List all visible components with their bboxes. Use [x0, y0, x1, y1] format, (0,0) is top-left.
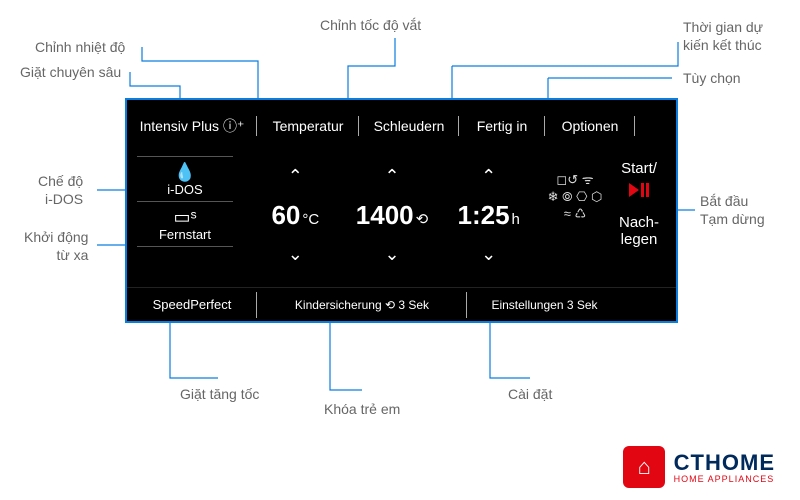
temp-number: 60: [271, 200, 300, 231]
remote-start-label: Fernstart: [159, 227, 211, 242]
time-number: 1:25: [457, 200, 509, 231]
top-options[interactable]: Optionen: [545, 112, 635, 140]
top-menu-row: Intensiv Plus ⓘ⁺ Temperatur Schleudern F…: [127, 112, 676, 140]
childlock-button[interactable]: Kindersicherung ⟲ 3 Sek: [257, 288, 467, 322]
start-pause-button[interactable]: [610, 183, 668, 197]
left-buttons: 💧 i-DOS ▭ˢ Fernstart: [137, 156, 233, 247]
play-icon: [629, 183, 639, 197]
top-intensiv-plus[interactable]: Intensiv Plus ⓘ⁺: [127, 112, 257, 140]
time-unit: h: [512, 211, 520, 228]
time-down-button[interactable]: [481, 250, 496, 271]
spin-unit: ⟲: [416, 210, 429, 228]
top-finish-in[interactable]: Fertig in: [459, 112, 545, 140]
speedperfect-label: SpeedPerfect: [153, 297, 232, 312]
top-spin[interactable]: Schleudern: [359, 112, 459, 140]
speedperfect-button[interactable]: SpeedPerfect: [127, 288, 257, 322]
remote-icon: ▭ˢ: [137, 208, 233, 226]
spin-value: 1400 ⟲: [356, 200, 428, 231]
spin-column: 1400 ⟲: [344, 150, 441, 281]
appliance-panel: Intensiv Plus ⓘ⁺ Temperatur Schleudern F…: [125, 98, 678, 323]
drop-icon: 💧: [137, 163, 233, 181]
option-icons-row3: ≈ ♺: [545, 206, 605, 223]
anno-intensive: Giặt chuyên sâu: [20, 63, 121, 81]
anno-finish-in: Thời gian dự kiến kết thúc: [683, 18, 763, 54]
top-spin-label: Schleudern: [374, 118, 445, 134]
temp-up-button[interactable]: [288, 160, 303, 181]
right-controls: Start/ Nach- legen: [610, 160, 668, 248]
anno-settings: Cài đặt: [508, 385, 552, 403]
anno-temperature: Chỉnh nhiệt độ: [35, 38, 125, 56]
top-temperature-label: Temperatur: [273, 118, 344, 134]
top-intensiv-label: Intensiv Plus: [140, 118, 219, 134]
idos-button[interactable]: 💧 i-DOS: [137, 156, 233, 202]
time-up-button[interactable]: [481, 160, 496, 181]
anno-childlock: Khóa trẻ em: [324, 400, 400, 418]
anno-options: Tùy chọn: [683, 69, 741, 87]
settings-button[interactable]: Einstellungen 3 Sek: [467, 288, 622, 322]
option-icons-row2: ❄ ⦾ ⎔ ⬡: [545, 189, 605, 206]
brand-logo: ⌂ CTHOME HOME APPLIANCES: [623, 446, 775, 488]
spin-down-button[interactable]: [384, 250, 399, 271]
childlock-label: Kindersicherung ⟲ 3 Sek: [295, 298, 429, 312]
top-options-label: Optionen: [562, 118, 619, 134]
intensiv-icon: ⓘ⁺: [223, 116, 244, 136]
anno-remote-start: Khởi động từ xa: [24, 228, 88, 264]
brand-tagline: HOME APPLIANCES: [674, 474, 775, 484]
pause-icon: [641, 183, 649, 197]
anno-spin: Chỉnh tốc độ vắt: [320, 16, 421, 34]
bottom-menu-row: SpeedPerfect Kindersicherung ⟲ 3 Sek Ein…: [127, 287, 676, 321]
display-area: 💧 i-DOS ▭ˢ Fernstart 60 °C 1400: [127, 150, 676, 281]
spin-number: 1400: [356, 200, 414, 231]
logo-mark-icon: ⌂: [623, 446, 665, 488]
top-temperature[interactable]: Temperatur: [257, 112, 359, 140]
temperature-value: 60 °C: [271, 200, 319, 231]
spin-up-button[interactable]: [384, 160, 399, 181]
temp-down-button[interactable]: [288, 250, 303, 271]
time-column: 1:25 h: [440, 150, 537, 281]
anno-start-pause: Bắt đầu Tạm dừng: [700, 192, 765, 228]
top-finish-in-label: Fertig in: [477, 118, 528, 134]
anno-idos: Chế độ i-DOS: [38, 172, 83, 208]
settings-label: Einstellungen 3 Sek: [491, 298, 597, 312]
temperature-column: 60 °C: [247, 150, 344, 281]
value-columns: 60 °C 1400 ⟲ 1:25 h: [247, 150, 537, 281]
option-icons: ◻↺ ᯤ ❄ ⦾ ⎔ ⬡ ≈ ♺: [545, 172, 605, 223]
idos-label: i-DOS: [167, 182, 202, 197]
nachlegen-label[interactable]: Nach- legen: [610, 215, 668, 248]
temp-unit: °C: [302, 211, 319, 228]
anno-speedperfect: Giặt tăng tốc: [180, 385, 259, 403]
time-value: 1:25 h: [457, 200, 519, 231]
remote-start-button[interactable]: ▭ˢ Fernstart: [137, 202, 233, 247]
brand-name: CTHOME: [674, 450, 775, 476]
option-icons-row1: ◻↺ ᯤ: [545, 172, 605, 189]
start-label: Start/: [610, 160, 668, 177]
